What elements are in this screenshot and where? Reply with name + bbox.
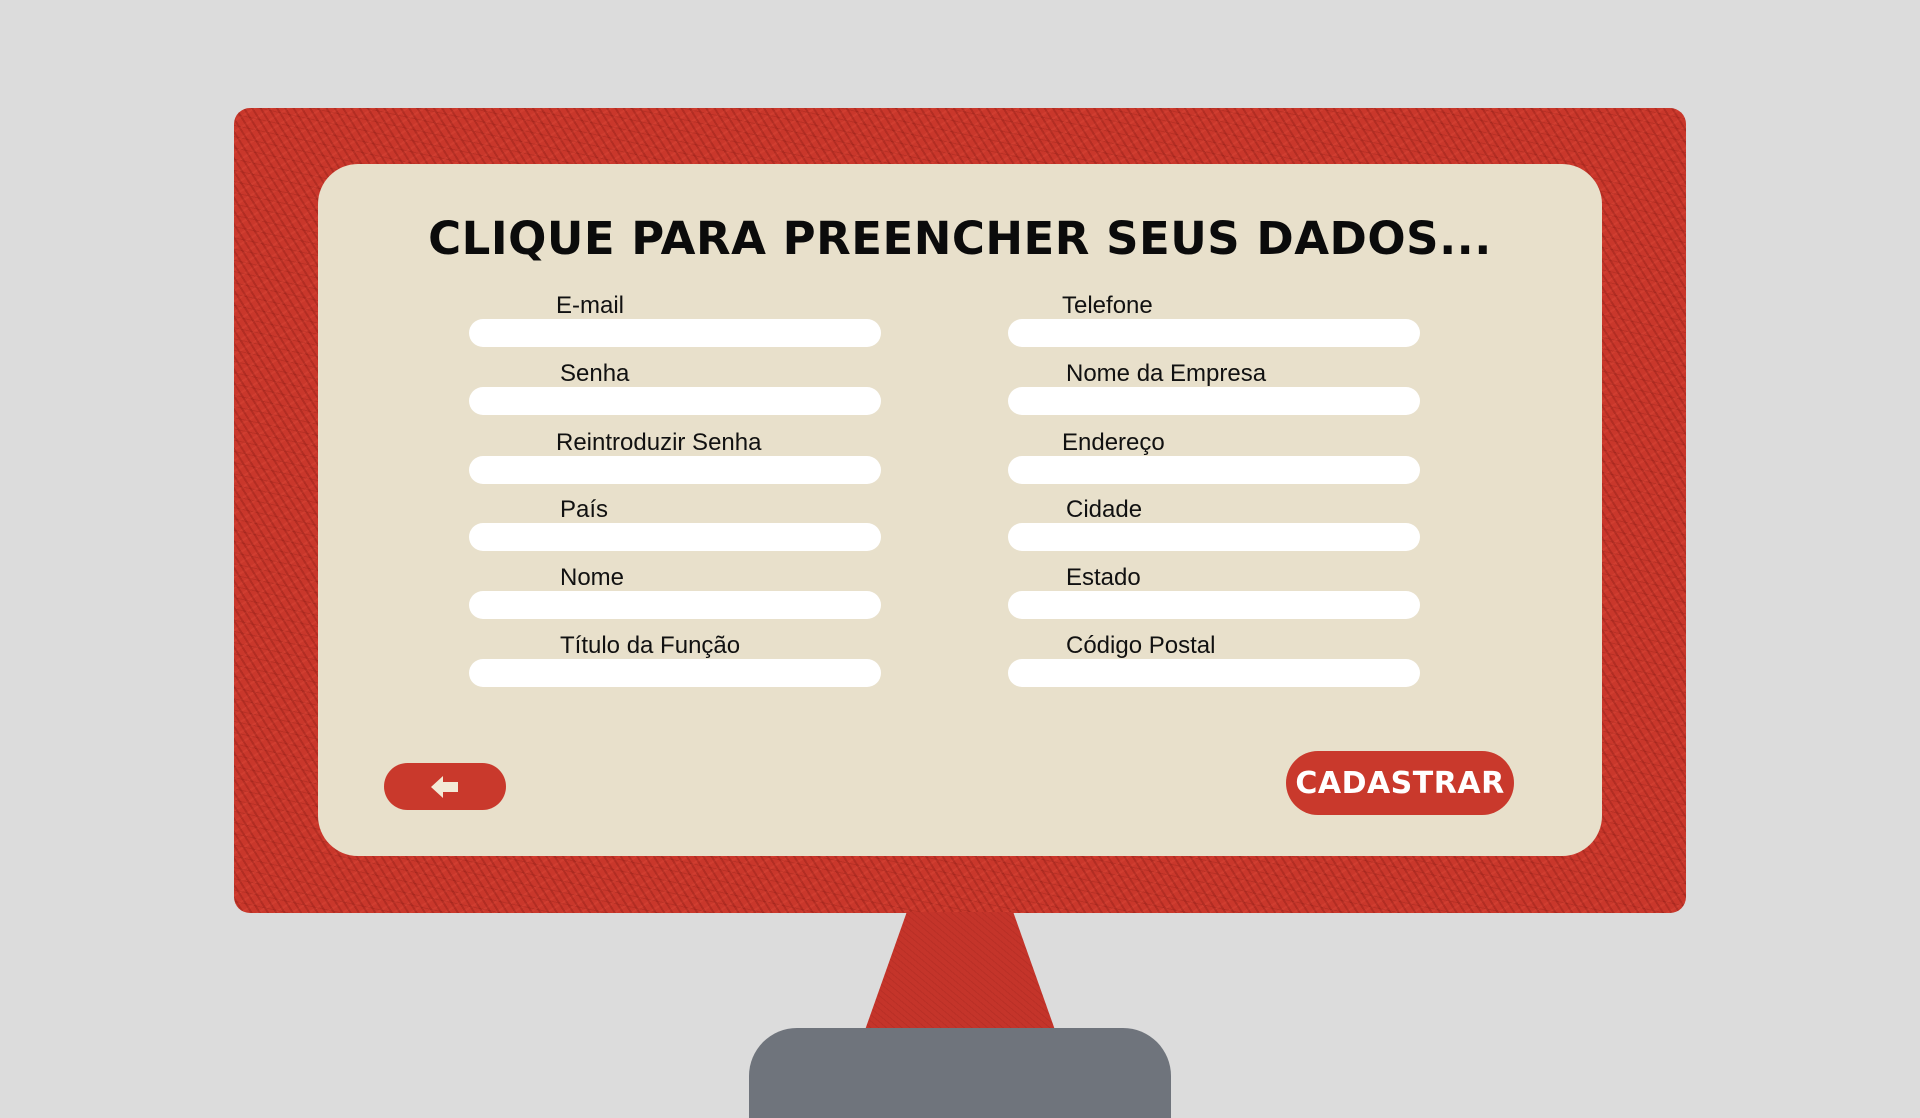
name-input[interactable] [469,591,881,619]
password-input[interactable] [469,387,881,415]
screen-panel: CLIQUE PARA PREENCHER SEUS DADOS... E-ma… [318,164,1602,856]
confirm-password-field: Reintroduzir Senha [469,429,881,485]
page-title: CLIQUE PARA PREENCHER SEUS DADOS... [428,212,1492,265]
state-label: Estado [1066,564,1141,591]
phone-field: Telefone [1008,292,1420,348]
city-input[interactable] [1008,523,1420,551]
job-title-input[interactable] [469,659,881,687]
address-input[interactable] [1008,456,1420,484]
name-label: Nome [560,564,625,591]
email-field: E-mail [469,292,881,348]
phone-input[interactable] [1008,319,1420,347]
address-label: Endereço [1062,429,1165,456]
city-field: Cidade [1008,496,1420,552]
name-field: Nome [469,564,881,620]
company-label: Nome da Empresa [1066,360,1267,387]
country-field: País [469,496,881,552]
job-title-label: Título da Função [560,632,741,659]
country-label: País [560,496,609,523]
company-input[interactable] [1008,387,1420,415]
country-input[interactable] [469,523,881,551]
password-field: Senha [469,360,881,416]
state-input[interactable] [1008,591,1420,619]
job-title-field: Título da Função [469,632,881,688]
postal-code-label: Código Postal [1066,632,1216,659]
confirm-password-input[interactable] [469,456,881,484]
monitor-neck [865,912,1055,1030]
email-label: E-mail [556,292,625,319]
state-field: Estado [1008,564,1420,620]
postal-code-field: Código Postal [1008,632,1420,688]
back-button[interactable] [384,763,506,810]
confirm-password-label: Reintroduzir Senha [556,429,762,456]
arrow-left-icon [431,775,458,798]
address-field: Endereço [1008,429,1420,485]
phone-label: Telefone [1062,292,1153,319]
company-field: Nome da Empresa [1008,360,1420,416]
monitor-base [749,1028,1171,1118]
city-label: Cidade [1066,496,1143,523]
postal-code-input[interactable] [1008,659,1420,687]
email-input[interactable] [469,319,881,347]
password-label: Senha [560,360,630,387]
register-button[interactable]: CADASTRAR [1286,751,1514,815]
